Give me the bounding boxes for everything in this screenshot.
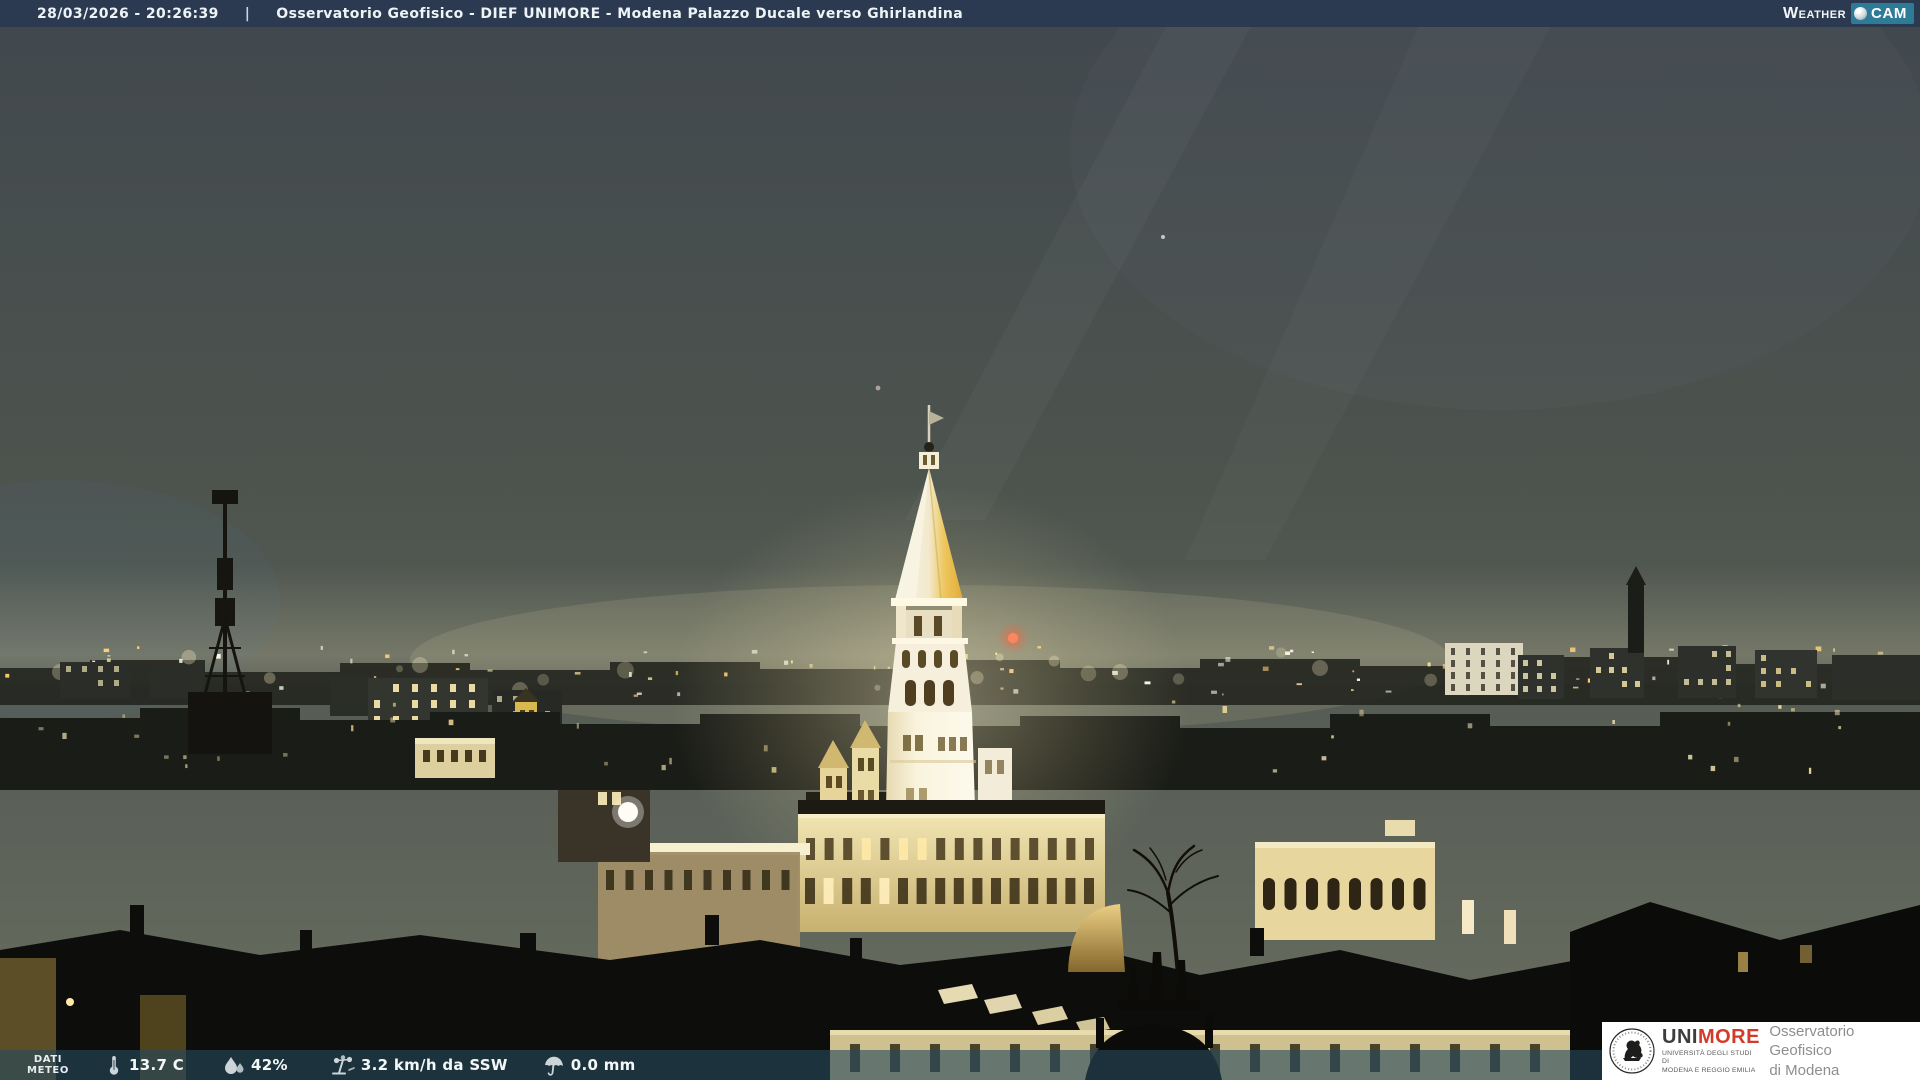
umbrella-icon: [544, 1056, 563, 1076]
star: [875, 385, 881, 391]
star: [1161, 235, 1165, 239]
header-bar: 28/03/2026 - 20:26:39 | Osservatorio Geo…: [0, 0, 1920, 27]
unimore-seal: [1609, 1028, 1655, 1074]
dim-window: [1800, 945, 1812, 963]
palazzo-ducale-facade: [798, 800, 1105, 932]
weathercam-globe-icon: [1854, 7, 1868, 20]
temperature-reading: 13.7 C: [104, 1054, 184, 1076]
unimore-more: MORE: [1697, 1026, 1760, 1049]
university-subtitle: UNIVERSITÀ DEGLI STUDI DI MODENA E REGGI…: [1662, 1050, 1756, 1074]
datetime-text: 28/03/2026 - 20:26:39: [37, 5, 219, 22]
obelisk: [1096, 1018, 1104, 1048]
weathercam-cam-word: CAM: [1871, 5, 1907, 22]
dati-meteo-label: DATI METEO: [27, 1053, 69, 1077]
city-night-scene: [0, 0, 1920, 1080]
obelisk: [1205, 1014, 1213, 1048]
divider: |: [244, 5, 251, 22]
unimore-wordmark: UNIMORE UNIVERSITÀ DEGLI STUDI DI MODENA…: [1662, 1027, 1760, 1074]
dim-window: [1738, 952, 1748, 972]
unimore-uni: UNI: [1662, 1026, 1698, 1049]
humidity-reading: 42%: [222, 1054, 288, 1076]
observatory-name: Osservatorio Geofisico di Modena: [1769, 1022, 1855, 1079]
weathercam-word: Weather: [1783, 4, 1847, 22]
thermometer-icon: [109, 1056, 119, 1075]
floodlight-building: [558, 790, 650, 862]
wind-reading: 3.2 km/h da SSW: [330, 1054, 508, 1076]
precipitation-reading: 0.0 mm: [542, 1054, 636, 1076]
weathercam-badge: CAM: [1851, 3, 1914, 24]
wind-anemometer-icon: [331, 1055, 355, 1075]
duomo-window: [985, 760, 992, 774]
camera-title: Osservatorio Geofisico - DIEF UNIMORE - …: [276, 5, 964, 22]
unimore-logo-box[interactable]: UNIMORE UNIVERSITÀ DEGLI STUDI DI MODENA…: [1602, 1022, 1920, 1080]
street-lamp: [66, 998, 74, 1006]
weathercam-logo[interactable]: Weather CAM: [1783, 2, 1914, 25]
duomo-window: [997, 760, 1004, 774]
arcade-facade: [1255, 842, 1435, 940]
humidity-icon: [225, 1057, 244, 1074]
webcam-frame: 28/03/2026 - 20:26:39 | Osservatorio Geo…: [0, 0, 1920, 1080]
cream-facade: [415, 738, 495, 778]
